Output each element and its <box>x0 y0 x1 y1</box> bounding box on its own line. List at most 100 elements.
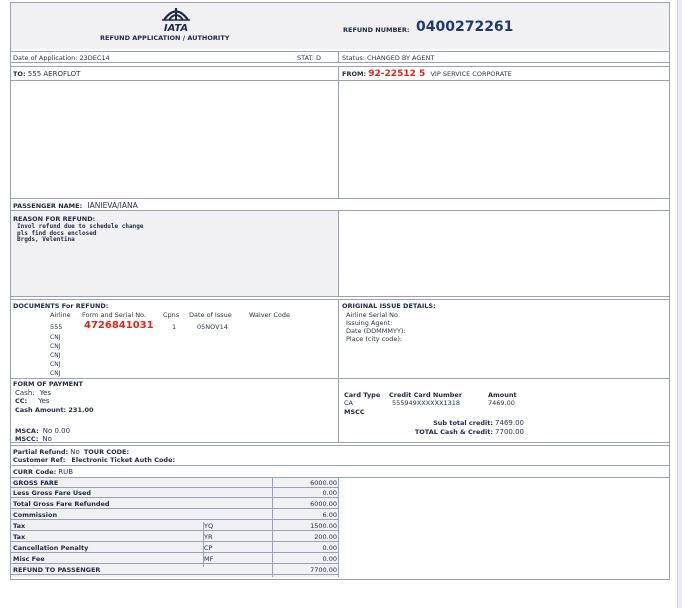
payment-cash: Cash: Yes <box>15 389 51 397</box>
financial-code: YR <box>204 533 213 541</box>
card-amount: 7469.00 <box>488 399 515 407</box>
document-cpns: 1 <box>172 323 177 331</box>
total-cash-credit: TOTAL Cash & Credit: 7700.00 <box>380 428 524 436</box>
customer-ref-label: Customer Ref: <box>13 456 66 464</box>
subtotal-value: 7469.00 <box>495 419 524 427</box>
financial-label: Misc Fee <box>13 555 45 563</box>
page-scrollbar[interactable] <box>677 0 682 608</box>
status-value: Status: CHANGED BY AGENT <box>342 54 435 62</box>
total-value: 7700.00 <box>495 428 524 436</box>
from-field: FROM: 92-22512 5 VIP SERVICE CORPORATE <box>342 69 512 79</box>
financial-row: Tax YQ 1500.00 <box>11 521 338 530</box>
cnj-list: CNJ CNJ CNJ CNJ CNJ <box>50 333 60 378</box>
to-field: TO: 555 AEROFLOT <box>13 70 80 78</box>
financial-row: Total Gross Fare Refunded 6000.00 <box>11 499 338 508</box>
cc-value: Yes <box>38 397 50 405</box>
financial-label: Total Gross Fare Refunded <box>13 500 110 508</box>
form-header <box>11 3 669 49</box>
financial-amount: 6000.00 <box>310 479 337 487</box>
payment-label: FORM OF PAYMENT <box>13 380 83 388</box>
subtotal-credit: Sub total credit: 7469.00 <box>400 419 524 427</box>
customer-ref: Customer Ref: Electronic Ticket Auth Cod… <box>13 456 175 464</box>
financial-row: Less Gross Fare Used 0.00 <box>11 488 338 497</box>
financial-label: Tax <box>13 533 26 541</box>
financial-row: Misc Fee MF 0.00 <box>11 554 338 563</box>
financial-amount: 1500.00 <box>310 522 337 530</box>
document-date-of-issue: 05NOV14 <box>197 323 228 331</box>
card-header-type: Card Type <box>344 391 381 399</box>
passenger-name: IANIEVA/IANA <box>87 201 138 210</box>
document-airline: 555 <box>50 323 63 331</box>
cnj-item: CNJ <box>50 334 61 341</box>
logo-text: IATA <box>163 23 189 34</box>
to-label: TO: <box>13 70 26 78</box>
documents-label: DOCUMENTS For REFUND: <box>13 302 109 310</box>
cash-value: Yes <box>39 389 52 397</box>
tour-code-label: TOUR CODE: <box>83 448 130 456</box>
original-issue-line: Airline Serial No <box>346 311 399 319</box>
financial-amount: 7700.00 <box>310 566 337 574</box>
card-header-number: Credit Card Number <box>389 391 463 399</box>
document-serial: 4726841031 <box>84 320 154 331</box>
documents-header-airline: Airline <box>50 311 71 319</box>
reason-line: Brgds, Velentina <box>17 236 75 243</box>
cc-label: CC: <box>15 397 28 405</box>
card-header-amount: Amount <box>488 391 517 399</box>
financial-label: REFUND TO PASSENGER <box>13 566 101 574</box>
cnj-item: CNJ <box>50 352 61 359</box>
curr-code: CURR Code: RUB <box>13 468 73 476</box>
from-agent-code: 92-22512 5 <box>368 69 426 79</box>
cnj-item: CNJ <box>50 370 61 377</box>
total-label: TOTAL Cash & Credit: <box>414 428 493 436</box>
reason-label: REASON FOR REFUND: <box>13 215 96 223</box>
subtotal-label: Sub total credit: <box>433 419 493 427</box>
documents-header-date: Date of Issue <box>189 311 232 319</box>
msca-label: MSCA: <box>15 427 39 435</box>
partial-refund-label: Partial Refund: <box>13 448 69 456</box>
financial-amount: 0.00 <box>322 544 337 552</box>
cash-amount: Cash Amount: 231.00 <box>15 406 94 414</box>
payment-cc: CC: Yes <box>15 397 50 405</box>
financial-row: Commission 6.00 <box>11 510 338 519</box>
financial-amount: 6.00 <box>322 511 337 519</box>
passenger-label: PASSENGER NAME: <box>13 202 83 210</box>
from-label: FROM: <box>342 70 367 78</box>
passenger-field: PASSENGER NAME: IANIEVA/IANA <box>13 201 138 210</box>
partial-refund: Partial Refund: No TOUR CODE: <box>13 448 129 456</box>
financial-amount: 6000.00 <box>310 500 337 508</box>
documents-header-waiver: Waiver Code <box>249 311 291 319</box>
to-value: 555 AEROFLOT <box>27 70 81 78</box>
financial-code: MF <box>204 555 214 563</box>
card-mscc: MSCC <box>344 408 365 416</box>
cnj-item: CNJ <box>50 343 61 350</box>
iata-logo: IATA <box>158 7 194 34</box>
financial-label: Tax <box>13 522 26 530</box>
documents-header-serial: Form and Serial No. <box>82 311 146 319</box>
original-issue-line: Date (DDMMMYY): <box>346 327 406 335</box>
original-issue-line: Place (city code): <box>346 335 403 343</box>
card-type: CA <box>344 399 353 407</box>
date-of-application: Date of Application: 23DEC14 <box>13 54 110 62</box>
financial-code: YQ <box>204 522 214 530</box>
financial-row: Cancellation Penalty CP 0.00 <box>11 543 338 552</box>
financial-label: Cancellation Penalty <box>13 544 89 552</box>
refund-number: 0400272261 <box>416 19 514 35</box>
etkt-auth-label: Electronic Ticket Auth Code: <box>71 456 176 464</box>
financial-row: GROSS FARE 6000.00 <box>11 478 338 487</box>
financial-row: REFUND TO PASSENGER 7700.00 <box>11 565 338 574</box>
financial-amount: 0.00 <box>322 489 337 497</box>
cnj-item: CNJ <box>50 361 61 368</box>
msca-value: No 0.00 <box>42 427 71 435</box>
financial-label: Commission <box>13 511 58 519</box>
financial-label: GROSS FARE <box>13 479 59 487</box>
financial-label: Less Gross Fare Used <box>13 489 92 497</box>
original-issue-line: Issuing Agent: <box>346 319 393 327</box>
reason-text: Invol refund due to schedule change pls … <box>17 223 143 244</box>
form-title: REFUND APPLICATION / AUTHORITY <box>100 34 230 42</box>
card-number: 555949XXXXXX1318 <box>392 399 461 407</box>
payment-msca: MSCA: No 0.00 <box>15 427 70 435</box>
original-issue-details: Airline Serial No Issuing Agent: Date (D… <box>346 311 406 343</box>
financial-amount: 0.00 <box>322 555 337 563</box>
financial-code: CP <box>204 544 213 552</box>
financial-amount: 200.00 <box>314 533 337 541</box>
